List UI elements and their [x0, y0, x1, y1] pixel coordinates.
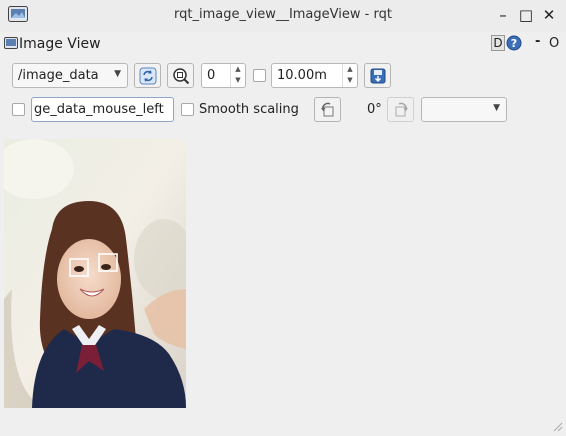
close-button[interactable]: ✕ — [540, 6, 558, 24]
minimize-button[interactable]: – — [494, 6, 512, 24]
zoom-fit-icon — [172, 67, 189, 84]
spin-arrows-icon[interactable]: ▲ ▼ — [342, 64, 357, 87]
image-view-icon — [4, 37, 18, 49]
rotation-label: 0° — [367, 102, 382, 117]
svg-text:?: ? — [511, 37, 517, 50]
rotate-left-button[interactable] — [314, 97, 341, 122]
rotate-right-button[interactable] — [387, 97, 414, 122]
max-range-spinbox[interactable]: 10.00m ▲ ▼ — [271, 63, 358, 88]
rotate-left-icon — [320, 102, 333, 116]
max-range-value: 10.00m — [277, 68, 327, 83]
zoom-value: 0 — [207, 68, 216, 83]
color-scheme-combo[interactable]: ▼ — [421, 97, 507, 122]
window-title: rqt_image_view__ImageView - rqt — [174, 7, 392, 22]
dynamic-range-checkbox[interactable] — [253, 69, 266, 82]
chevron-down-icon: ▼ — [493, 103, 500, 113]
image-canvas[interactable] — [4, 139, 186, 408]
chevron-down-icon: ▼ — [114, 69, 121, 79]
dock-help-d-button[interactable]: D — [491, 35, 505, 51]
save-image-button[interactable] — [364, 63, 391, 88]
maximize-button[interactable]: □ — [517, 6, 535, 24]
topic-value: /image_data — [18, 68, 99, 83]
spin-arrows-icon[interactable]: ▲ ▼ — [230, 64, 245, 87]
help-icon[interactable]: ? — [506, 35, 522, 51]
smooth-scaling-checkbox[interactable] — [181, 103, 194, 116]
refresh-icon — [139, 67, 156, 84]
mouse-publish-checkbox[interactable] — [12, 103, 25, 116]
resize-grip-icon[interactable] — [551, 420, 563, 432]
zoom-spinbox[interactable]: 0 ▲ ▼ — [201, 63, 246, 88]
dock-title: Image View — [19, 36, 101, 52]
zoom-fit-button[interactable] — [167, 63, 194, 88]
smooth-scaling-label: Smooth scaling — [199, 102, 299, 117]
refresh-button[interactable] — [134, 63, 161, 88]
mouse-topic-input[interactable]: ge_data_mouse_left — [31, 97, 174, 122]
dock-minimize-button[interactable]: - — [535, 34, 540, 49]
save-icon — [370, 68, 385, 83]
mouse-topic-value: ge_data_mouse_left — [34, 102, 164, 117]
topic-combo[interactable]: /image_data ▼ — [12, 63, 128, 88]
camera-photo — [4, 139, 186, 408]
rotate-right-icon — [395, 102, 408, 116]
dock-close-button[interactable]: O — [549, 36, 559, 51]
